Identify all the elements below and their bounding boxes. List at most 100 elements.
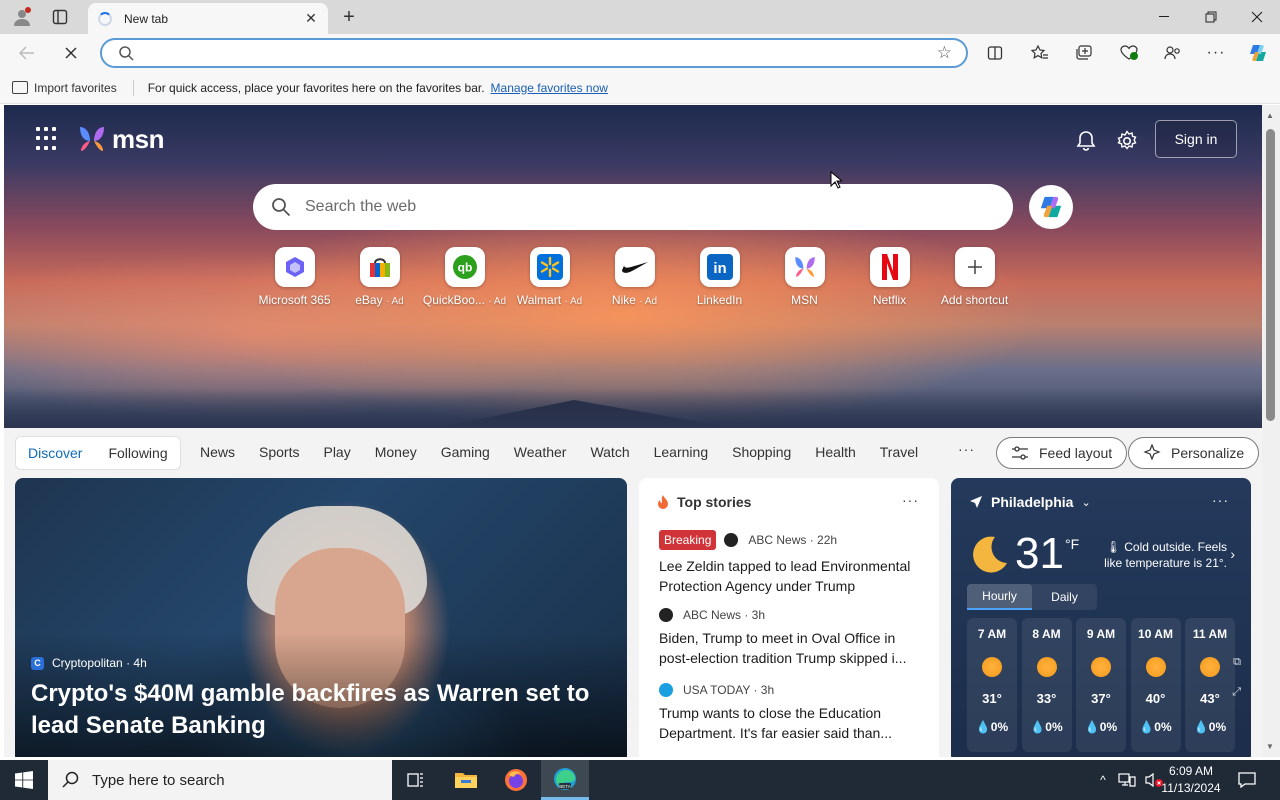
story-source: USA TODAY · 3h [683,683,775,697]
split-screen-icon[interactable] [980,39,1010,67]
sparkle-pen-icon [1143,444,1161,461]
edge-beta-icon[interactable]: BETA [541,760,589,800]
shortcut-linkedin[interactable]: in LinkedIn [677,247,762,307]
system-clock[interactable]: 6:09 AM 11/13/2024 [1160,763,1222,797]
address-bar[interactable]: ☆ [100,38,968,68]
copilot-button[interactable] [1029,185,1073,229]
category-sports[interactable]: Sports [259,444,299,460]
category-watch[interactable]: Watch [590,444,629,460]
app-launcher-icon[interactable] [36,127,60,151]
vertical-scrollbar[interactable]: ▲ ▼ [1262,105,1280,757]
import-favorites-button[interactable]: Import favorites [12,81,117,95]
tab-discover[interactable]: Discover [28,445,82,461]
category-shopping[interactable]: Shopping [732,444,791,460]
shortcut-netflix[interactable]: Netflix [847,247,932,307]
hour-time: 11 AM [1192,627,1228,641]
hour-precip: 💧0% [1030,720,1063,734]
category-learning[interactable]: Learning [654,444,709,460]
scroll-down-icon[interactable]: ▼ [1266,742,1274,751]
show-hidden-icons-chevron-icon[interactable]: ^ [1094,773,1112,787]
tab-new-tab[interactable]: New tab ✕ [88,3,328,34]
feed-layout-button[interactable]: Feed layout [996,437,1128,469]
more-categories-button[interactable]: ··· [958,441,975,457]
taskbar-search-box[interactable]: Type here to search [48,760,392,800]
shortcut-quickbooks[interactable]: qb QuickBoo... · Ad [422,247,507,307]
chevron-right-icon[interactable]: › [1230,546,1235,562]
navigation-bar: ☆ ··· [0,34,1280,72]
close-window-button[interactable] [1234,0,1280,34]
start-button[interactable] [0,760,48,800]
shortcut-label: MSN [791,293,818,307]
featured-headline[interactable]: Crypto's $40M gamble backfires as Warren… [31,678,591,742]
firefox-icon[interactable] [492,760,540,800]
expand-icon[interactable]: ⤢ [1232,686,1241,699]
category-gaming[interactable]: Gaming [441,444,490,460]
back-button[interactable] [12,39,42,67]
minimize-button[interactable] [1142,0,1188,34]
scroll-up-icon[interactable]: ▲ [1266,111,1274,120]
stop-loading-button[interactable] [56,39,86,67]
tab-daily[interactable]: Daily [1032,584,1097,610]
task-view-icon[interactable] [392,760,440,800]
shortcut-label: Microsoft 365 [258,293,331,307]
hour-forecast: 9 AM 37° 💧0% [1076,618,1126,752]
hour-time: 8 AM [1032,627,1061,641]
close-tab-icon[interactable]: ✕ [300,8,322,30]
featured-story-card[interactable]: C Cryptopolitan · 4h Crypto's $40M gambl… [15,478,627,757]
temperature-unit[interactable]: °F [1065,536,1079,552]
story-item[interactable]: ABC News · 3h Biden, Trump to meet in Ov… [659,608,927,668]
precip-value: 0% [1154,720,1172,734]
category-travel[interactable]: Travel [880,444,918,460]
precip-value: 0% [1208,720,1227,734]
shortcut-ebay[interactable]: eBay · Ad [337,247,422,307]
shortcut-label: QuickBoo... [422,293,485,307]
tab-hourly[interactable]: Hourly [967,584,1032,610]
weather-more-button[interactable]: ··· [1212,492,1229,508]
category-news[interactable]: News [200,444,235,460]
weather-card[interactable]: Philadelphia ⌄ ··· 31 °F 🌡 Cold outside.… [951,478,1251,757]
action-center-icon[interactable] [1224,760,1270,800]
browser-essentials-icon[interactable] [1114,39,1144,67]
sign-in-button[interactable]: Sign in [1155,120,1237,158]
profile-icon[interactable] [8,4,36,30]
collections-icon[interactable] [1069,39,1099,67]
web-search-box[interactable] [253,184,1013,230]
address-input[interactable] [146,44,906,62]
category-weather[interactable]: Weather [514,444,567,460]
notifications-bell-icon[interactable] [1072,127,1100,155]
title-bar: New tab ✕ + [0,0,1280,34]
favorites-icon[interactable] [1025,39,1055,67]
msn-logo[interactable]: msn [76,123,164,155]
hero-background: msn Sign in Microsoft 365 [4,105,1262,428]
category-play[interactable]: Play [323,444,350,460]
tab-actions-icon[interactable] [46,4,74,30]
personalize-button[interactable]: Personalize [1128,437,1260,469]
shortcut-nike[interactable]: Nike · Ad [592,247,677,307]
favorite-star-icon[interactable]: ☆ [937,43,952,63]
category-health[interactable]: Health [815,444,855,460]
weather-location[interactable]: Philadelphia ⌄ [969,494,1091,510]
shortcut-walmart[interactable]: Walmart · Ad [507,247,592,307]
shortcut-microsoft-365[interactable]: Microsoft 365 [252,247,337,307]
extensions-icon[interactable] [1158,39,1188,67]
story-item[interactable]: Breaking ABC News · 22h Lee Zeldin tappe… [659,530,927,596]
restore-button[interactable] [1188,0,1234,34]
copilot-icon[interactable] [1243,39,1273,67]
open-external-icon[interactable]: ⧉ [1233,656,1241,669]
story-item[interactable]: USA TODAY · 3h Trump wants to close the … [659,683,927,743]
page-settings-gear-icon[interactable] [1113,127,1141,155]
shortcut-msn[interactable]: MSN [762,247,847,307]
new-tab-button[interactable]: + [336,5,362,29]
cryptopolitan-icon: C [31,656,44,670]
scroll-thumb[interactable] [1266,129,1275,421]
manage-favorites-link[interactable]: Manage favorites now [491,81,608,95]
file-explorer-icon[interactable] [442,760,490,800]
story-source: ABC News · 22h [748,533,838,547]
tab-following[interactable]: Following [108,445,167,461]
category-money[interactable]: Money [375,444,417,460]
top-stories-more-button[interactable]: ··· [902,492,919,508]
add-shortcut-button[interactable]: Add shortcut [932,247,1017,307]
network-icon[interactable] [1118,772,1136,788]
settings-more-icon[interactable]: ··· [1201,39,1231,67]
web-search-input[interactable] [305,198,965,216]
